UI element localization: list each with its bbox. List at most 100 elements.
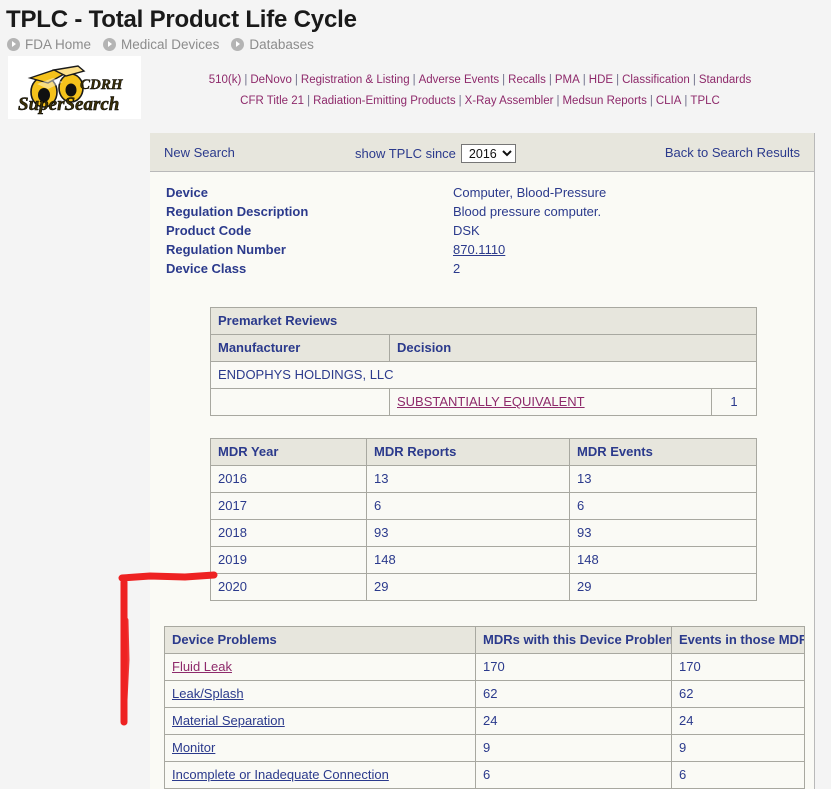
nav-link-radiation-emitting-products[interactable]: Radiation-Emitting Products	[313, 95, 456, 107]
regulation-description-value: Blood pressure computer.	[453, 204, 602, 219]
results-toolbar: New Search show TPLC since 2016 2017 201…	[150, 133, 814, 172]
device-summary-row: Device Computer, Blood-Pressure	[166, 186, 606, 205]
year-select[interactable]: 2016 2017 2018 2019 2020	[460, 144, 516, 163]
device-problem-mdrs: 9	[475, 734, 672, 762]
device-summary-row: Regulation Number 870.1110	[166, 243, 606, 262]
mdr-year: 2019	[210, 546, 367, 574]
nav-separator: |	[582, 73, 586, 86]
regulation-description-label: Regulation Description	[166, 204, 309, 219]
nav-link-510k[interactable]: 510(k)	[209, 74, 242, 86]
mdr-events: 6	[569, 492, 757, 520]
device-problem-cell: Fluid Leak	[164, 653, 476, 681]
table-row: Monitor 9 9	[164, 734, 805, 762]
nav-link-medsun-reports[interactable]: Medsun Reports	[562, 95, 646, 107]
nav-link-xray-assembler[interactable]: X-Ray Assembler	[465, 95, 554, 107]
svg-text:SuperSearch: SuperSearch	[18, 94, 119, 115]
table-row: SUBSTANTIALLY EQUIVALENT 1	[210, 388, 757, 416]
mdr-reports: 6	[366, 492, 570, 520]
mdr-year: 2018	[210, 519, 367, 547]
table-row: 2020 29 29	[210, 573, 757, 601]
nav-separator: |	[616, 73, 620, 86]
breadcrumb-item-databases[interactable]: Databases	[249, 37, 314, 52]
back-to-search-results-link[interactable]: Back to Search Results	[665, 145, 800, 160]
nav-separator: |	[692, 73, 696, 86]
table-row: Fluid Leak 170 170	[164, 653, 805, 681]
regulation-number-label: Regulation Number	[166, 242, 286, 257]
device-problem-link[interactable]: Incomplete or Inadequate Connection	[172, 767, 389, 782]
page-header: TPLC - Total Product Life Cycle FDA Home…	[0, 0, 831, 52]
device-problem-mdrs: 62	[475, 680, 672, 708]
mdr-events: 148	[569, 546, 757, 574]
device-problem-events: 6	[671, 761, 805, 789]
nav-link-hde[interactable]: HDE	[589, 74, 613, 86]
nav-link-recalls[interactable]: Recalls	[508, 74, 546, 86]
brand-row: CDRH SuperSearch 510(k) | DeNovo | Registrat…	[0, 55, 831, 124]
nav-link-adverse-events[interactable]: Adverse Events	[419, 74, 500, 86]
column-header-mdr-events: MDR Events	[569, 438, 757, 466]
premarket-decision-link[interactable]: SUBSTANTIALLY EQUIVALENT	[397, 394, 585, 409]
breadcrumb-item-medical-devices[interactable]: Medical Devices	[121, 37, 219, 52]
premarket-decision-cell: SUBSTANTIALLY EQUIVALENT	[389, 388, 712, 416]
mdr-events: 13	[569, 465, 757, 493]
regulation-number-link[interactable]: 870.1110	[453, 242, 505, 257]
nav-separator: |	[458, 94, 462, 107]
device-problem-link[interactable]: Material Separation	[172, 713, 285, 728]
regulation-number-value: 870.1110	[453, 243, 606, 262]
premarket-manufacturer: ENDOPHYS HOLDINGS, LLC	[210, 361, 757, 389]
nav-link-standards[interactable]: Standards	[699, 74, 751, 86]
device-label: Device	[166, 185, 208, 200]
table-row: 2018 93 93	[210, 519, 757, 547]
table-row: Incomplete or Inadequate Connection 6 6	[164, 761, 805, 789]
device-problem-link[interactable]: Leak/Splash	[172, 686, 244, 701]
mdr-year: 2020	[210, 573, 367, 601]
premarket-manufacturer-blank	[210, 388, 390, 416]
device-problem-events: 9	[671, 734, 805, 762]
mdr-year: 2016	[210, 465, 367, 493]
mdr-events: 29	[569, 573, 757, 601]
show-tplc-since-label: show TPLC since	[355, 146, 456, 161]
table-row: ENDOPHYS HOLDINGS, LLC	[210, 361, 757, 389]
device-problem-cell: Monitor	[164, 734, 476, 762]
device-problem-mdrs: 24	[475, 707, 672, 735]
breadcrumb-item-fda-home[interactable]: FDA Home	[25, 37, 91, 52]
mdr-reports: 148	[366, 546, 570, 574]
content-area: New Search show TPLC since 2016 2017 201…	[0, 133, 831, 789]
device-problems-header-row: Device Problems MDRs with this Device Pr…	[164, 626, 805, 654]
nav-link-pma[interactable]: PMA	[555, 74, 580, 86]
mdr-reports: 93	[366, 519, 570, 547]
premarket-decision-count: 1	[711, 388, 757, 416]
new-search-link[interactable]: New Search	[164, 145, 235, 160]
premarket-caption-row: Premarket Reviews	[210, 307, 757, 335]
table-row: Leak/Splash 62 62	[164, 680, 805, 708]
mdr-reports: 29	[366, 573, 570, 601]
cdrh-supersearch-logo[interactable]: CDRH SuperSearch	[8, 55, 141, 119]
premarket-header-row: Manufacturer Decision	[210, 334, 757, 362]
device-problem-events: 62	[671, 680, 805, 708]
secondary-nav: 510(k) | DeNovo | Registration & Listing | Adv…	[150, 70, 810, 112]
column-header-manufacturer: Manufacturer	[210, 334, 390, 362]
nav-link-tplc[interactable]: TPLC	[690, 95, 719, 107]
nav-row-1: 510(k) | DeNovo | Registration & Listing | Adv…	[150, 70, 810, 91]
show-tplc-since-group: show TPLC since 2016 2017 2018 2019 2020	[355, 144, 516, 163]
nav-link-denovo[interactable]: DeNovo	[250, 74, 292, 86]
device-class-value: 2	[453, 261, 461, 276]
nav-link-registration-listing[interactable]: Registration & Listing	[301, 74, 410, 86]
nav-separator: |	[307, 94, 311, 107]
binoculars-icon: CDRH SuperSearch	[8, 55, 141, 119]
device-summary-row: Product Code DSK	[166, 224, 606, 243]
device-problem-link[interactable]: Fluid Leak	[172, 659, 232, 674]
svg-text:CDRH: CDRH	[80, 77, 124, 93]
column-header-decision: Decision	[389, 334, 757, 362]
nav-separator: |	[649, 94, 653, 107]
table-row: 2017 6 6	[210, 492, 757, 520]
device-problem-events: 170	[671, 653, 805, 681]
column-header-mdr-year: MDR Year	[210, 438, 367, 466]
product-code-value: DSK	[453, 223, 480, 238]
device-problem-cell: Incomplete or Inadequate Connection	[164, 761, 476, 789]
device-problem-mdrs: 170	[475, 653, 672, 681]
nav-link-cfr-title-21[interactable]: CFR Title 21	[240, 95, 304, 107]
device-problem-link[interactable]: Monitor	[172, 740, 215, 755]
table-row: 2019 148 148	[210, 546, 757, 574]
nav-link-clia[interactable]: CLIA	[656, 95, 682, 107]
nav-link-classification[interactable]: Classification	[622, 74, 690, 86]
